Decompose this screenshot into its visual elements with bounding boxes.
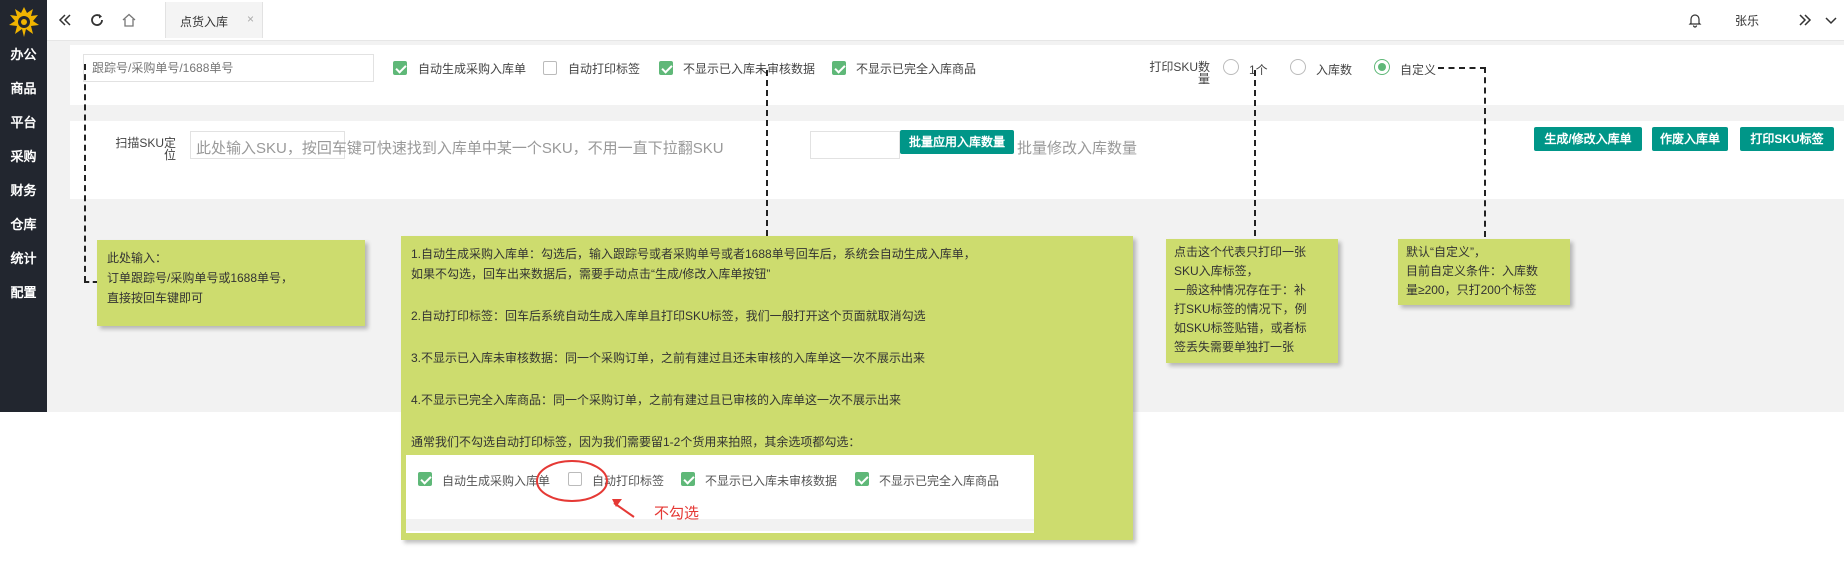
print-stock-qty-radio[interactable] xyxy=(1290,59,1306,75)
sidebar-item-platform[interactable]: 平台 xyxy=(0,112,47,131)
home-icon[interactable] xyxy=(117,8,141,32)
note-line: 通常我们不勾选自动打印标签，因为我们需要留1-2个货用来拍照，其余选项都勾选： xyxy=(411,435,861,449)
connector-line xyxy=(84,64,86,282)
auto-create-label: 自动生成采购入库单 xyxy=(418,62,527,76)
user-name[interactable]: 张乐 xyxy=(1735,12,1759,29)
note-line: 4.不显示已完全入库商品：同一个采购订单，之前有建过且已审核的入库单这一次不展示… xyxy=(411,393,902,407)
example-strip xyxy=(406,519,1034,531)
chevron-down-icon[interactable] xyxy=(1819,8,1843,32)
note-line: 量≥200，只打200个标签 xyxy=(1406,283,1537,297)
auto-create-checkbox[interactable] xyxy=(393,61,407,75)
print-sku-qty-label: 打印SKU数量 xyxy=(1149,60,1210,86)
note-one-label-tip: 点击这个代表只打印一张 SKU入库标签， 一般这种情况存在于：补 打SKU标签的… xyxy=(1166,239,1338,363)
example-auto-create-checkbox xyxy=(418,472,432,486)
sidebar-item-statistics[interactable]: 统计 xyxy=(0,248,47,267)
note-line: 一般这种情况存在于：补 xyxy=(1174,283,1307,297)
example-options-screenshot xyxy=(406,455,1034,533)
example-hide-completed-checkbox xyxy=(855,472,869,486)
note-line: 1.自动生成采购入库单：勾选后，输入跟踪号或者采购单号或者1688单号回车后，系… xyxy=(411,247,976,261)
note-line: 如SKU标签贴错，或者标 xyxy=(1174,321,1307,335)
refresh-icon[interactable] xyxy=(85,8,109,32)
hide-unreviewed-label: 不显示已入库未审核数据 xyxy=(683,62,816,76)
bell-icon[interactable] xyxy=(1683,8,1707,32)
double-chevron-right-icon[interactable] xyxy=(1793,8,1817,32)
connector-line xyxy=(1484,67,1486,237)
no-check-annotation: 不勾选 xyxy=(654,505,700,522)
connector-line xyxy=(1438,67,1486,69)
note-line: 2.自动打印标签：回车后系统自动生成入库单且打印SKU标签，我们一般打开这个页面… xyxy=(411,309,926,323)
void-receipt-button[interactable]: 作废入库单 xyxy=(1652,127,1728,151)
hide-completed-label: 不显示已完全入库商品 xyxy=(856,62,977,76)
generate-edit-receipt-button[interactable]: 生成/修改入库单 xyxy=(1534,127,1642,151)
batch-qty-input[interactable] xyxy=(810,131,900,159)
note-line: 订单跟踪号/采购单号或1688单号， xyxy=(107,271,294,285)
scan-sku-label: 扫描SKU定位 xyxy=(115,136,176,162)
note-line: 直接按回车键即可 xyxy=(107,291,204,305)
auto-print-checkbox[interactable] xyxy=(543,61,557,75)
double-chevron-left-icon[interactable] xyxy=(53,8,77,32)
print-one-label: 1个 xyxy=(1249,63,1268,77)
example-hide-unreviewed-label: 不显示已入库未审核数据 xyxy=(705,474,838,488)
note-line: 此处输入： xyxy=(107,251,168,265)
note-line: 签丢失需要单独打一张 xyxy=(1174,340,1295,354)
tab-label: 点货入库 xyxy=(180,15,229,29)
auto-print-label: 自动打印标签 xyxy=(568,62,641,76)
note-line: 3.不显示已入库未审核数据：同一个采购订单，之前有建过且还未审核的入库单这一次不… xyxy=(411,351,926,365)
connector-line xyxy=(84,281,98,283)
logo-icon xyxy=(9,7,39,37)
connector-line xyxy=(766,70,768,236)
tracking-number-input[interactable] xyxy=(83,54,374,82)
tab-close-icon[interactable]: × xyxy=(247,12,254,26)
sidebar-item-purchase[interactable]: 采购 xyxy=(0,146,47,165)
sidebar: 办公 商品 平台 采购 财务 仓库 统计 配置 xyxy=(0,0,47,412)
sidebar-item-config[interactable]: 配置 xyxy=(0,282,47,301)
connector-line xyxy=(1254,70,1256,236)
hide-unreviewed-checkbox[interactable] xyxy=(659,61,673,75)
sidebar-item-finance[interactable]: 财务 xyxy=(0,180,47,199)
sidebar-item-warehouse[interactable]: 仓库 xyxy=(0,214,47,233)
sidebar-item-office[interactable]: 办公 xyxy=(0,44,47,63)
print-one-radio[interactable] xyxy=(1223,59,1239,75)
batch-apply-button[interactable]: 批量应用入库数量 xyxy=(900,130,1014,154)
print-sku-label-button[interactable]: 打印SKU标签 xyxy=(1740,127,1834,151)
sidebar-item-products[interactable]: 商品 xyxy=(0,78,47,97)
hide-completed-checkbox[interactable] xyxy=(832,61,846,75)
note-line: 如果不勾选，回车出来数据后，需要手动点击“生成/修改入库单按钮” xyxy=(411,267,771,281)
print-custom-radio[interactable] xyxy=(1374,59,1390,75)
note-line: 点击这个代表只打印一张 xyxy=(1174,245,1307,259)
print-stock-qty-label: 入库数 xyxy=(1316,63,1353,77)
scan-sku-placeholder: 此处输入SKU，按回车键可快速找到入库单中某一个SKU，不用一直下拉翻SKU xyxy=(196,140,724,157)
note-custom-tip: 默认“自定义”， 目前自定义条件：入库数 量≥200，只打200个标签 xyxy=(1398,239,1570,305)
note-line: 打SKU标签的情况下，例 xyxy=(1174,302,1307,316)
note-line: 默认“自定义”， xyxy=(1406,245,1486,259)
top-bar: 点货入库 × 张乐 xyxy=(47,0,1844,41)
note-input-tip: 此处输入： 订单跟踪号/采购单号或1688单号， 直接按回车键即可 xyxy=(97,240,365,326)
note-line: SKU入库标签， xyxy=(1174,264,1259,278)
example-hide-completed-label: 不显示已完全入库商品 xyxy=(879,474,1000,488)
print-custom-label: 自定义 xyxy=(1400,63,1437,77)
batch-qty-hint: 批量修改入库数量 xyxy=(1017,140,1138,157)
note-line: 目前自定义条件：入库数 xyxy=(1406,264,1539,278)
tab-goods-receipt[interactable]: 点货入库 × xyxy=(165,2,263,38)
